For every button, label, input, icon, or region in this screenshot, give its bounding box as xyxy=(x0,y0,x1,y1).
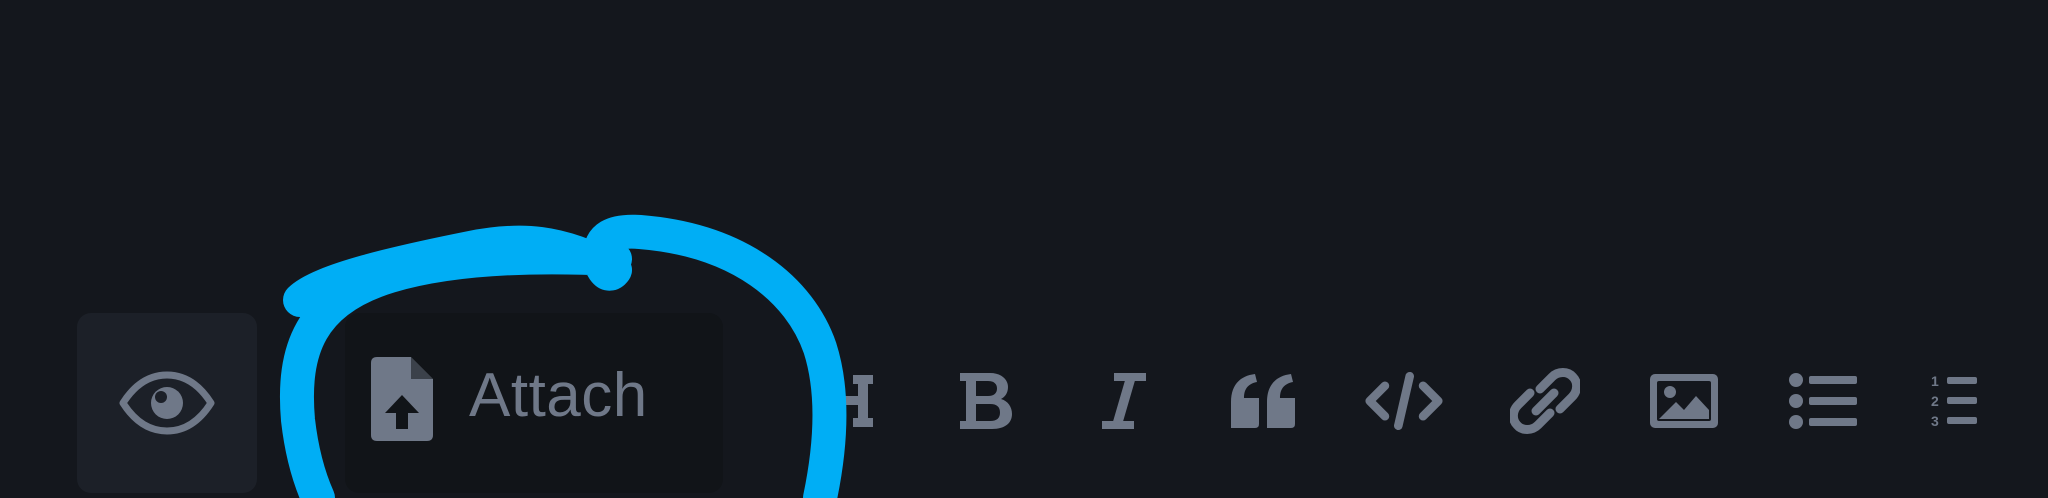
numbered-list-digit: 1 xyxy=(1931,373,1939,389)
code-icon xyxy=(1365,371,1443,431)
eye-icon xyxy=(119,371,215,435)
image-icon xyxy=(1650,374,1718,428)
attach-button[interactable]: Attach xyxy=(345,313,723,493)
numbered-list-digit: 3 xyxy=(1931,413,1939,429)
file-upload-icon xyxy=(371,357,433,441)
quote-icon xyxy=(1231,374,1295,428)
quote-button[interactable] xyxy=(1224,365,1304,437)
heading-button[interactable] xyxy=(803,365,883,437)
bullet-list-icon xyxy=(1789,373,1857,429)
preview-button[interactable] xyxy=(77,313,257,493)
editor-toolbar-screen: Attach 1 2 3 xyxy=(0,0,2048,498)
heading-icon xyxy=(813,375,873,427)
bold-icon xyxy=(960,373,1012,429)
numbered-list-button[interactable]: 1 2 3 xyxy=(1914,365,1994,437)
bullet-list-button[interactable] xyxy=(1784,365,1864,437)
attach-label: Attach xyxy=(469,361,648,430)
image-button[interactable] xyxy=(1644,365,1724,437)
italic-icon xyxy=(1102,373,1146,429)
italic-button[interactable] xyxy=(1084,365,1164,437)
link-button[interactable] xyxy=(1505,365,1585,437)
link-icon xyxy=(1510,368,1580,434)
code-button[interactable] xyxy=(1364,365,1444,437)
numbered-list-digit: 2 xyxy=(1931,393,1939,409)
numbered-list-icon: 1 2 3 xyxy=(1931,373,1977,429)
bold-button[interactable] xyxy=(946,365,1026,437)
editor-toolbar: Attach 1 2 3 xyxy=(0,0,2048,498)
